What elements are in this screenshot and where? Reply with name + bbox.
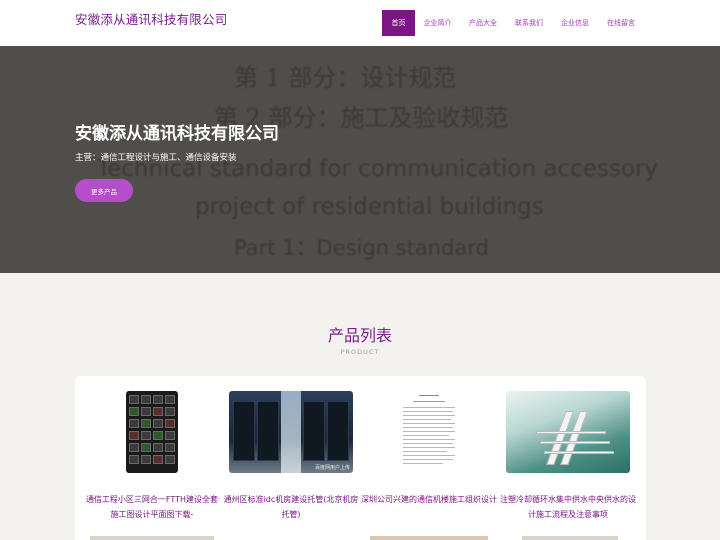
product-title[interactable]: 注塑冷却循环水集中供水中央供水的设计施工流程及注意事项 xyxy=(500,492,636,522)
product-card[interactable]: 深圳公司兴建的通信机楼施工组织设计 xyxy=(361,391,497,507)
nav-products[interactable]: 产品大全 xyxy=(460,10,506,36)
product-card-next xyxy=(522,536,618,540)
section-title: 产品列表 xyxy=(327,326,392,345)
site-logo[interactable]: 安徽添从通讯科技有限公司 xyxy=(75,9,227,28)
image-watermark: 百度网用户上传 xyxy=(314,465,350,471)
product-title[interactable]: 通州区标准idc机房建设托管(北京机房托管) xyxy=(223,492,359,522)
server-room-image[interactable]: 百度网用户上传 xyxy=(229,391,353,473)
hero-banner: 第 1 部分：设计规范 第 2 部分：施工及验收规范 Technical sta… xyxy=(0,46,720,273)
more-products-button[interactable]: 更多产品 xyxy=(75,179,133,202)
product-title[interactable]: 深圳公司兴建的通信机楼施工组织设计 xyxy=(361,492,497,507)
product-card-next xyxy=(370,536,488,540)
product-card-next xyxy=(90,536,214,540)
monitor-grid-image[interactable] xyxy=(126,391,178,473)
site-header: 安徽添从通讯科技有限公司 首页 企业简介 产品大全 联系我们 企业信息 在线留言 xyxy=(0,0,720,46)
hero-title: 安徽添从通讯科技有限公司 xyxy=(75,124,279,144)
product-card[interactable]: 注塑冷却循环水集中供水中央供水的设计施工流程及注意事项 xyxy=(500,391,636,522)
main-nav: 首页 企业简介 产品大全 联系我们 企业信息 在线留言 xyxy=(382,10,644,36)
nav-about[interactable]: 企业简介 xyxy=(415,10,460,36)
product-card[interactable]: 通信工程小区三网合一FTTH建设全套施工图设计平面图下载- xyxy=(84,391,220,522)
pipe-model-image[interactable] xyxy=(506,391,630,473)
product-card[interactable]: 百度网用户上传 通州区标准idc机房建设托管(北京机房托管) xyxy=(223,391,359,522)
section-subtitle: PRODUCT xyxy=(340,348,380,356)
nav-contact[interactable]: 联系我们 xyxy=(506,10,552,36)
hero-subtitle: 主营：通信工程设计与施工、通信设备安装 xyxy=(75,153,237,163)
nav-message[interactable]: 在线留言 xyxy=(598,10,644,36)
product-title[interactable]: 通信工程小区三网合一FTTH建设全套施工图设计平面图下载- xyxy=(84,492,220,522)
nav-company-info[interactable]: 企业信息 xyxy=(552,10,598,36)
nav-home[interactable]: 首页 xyxy=(382,10,415,36)
document-page-image[interactable] xyxy=(399,391,459,473)
